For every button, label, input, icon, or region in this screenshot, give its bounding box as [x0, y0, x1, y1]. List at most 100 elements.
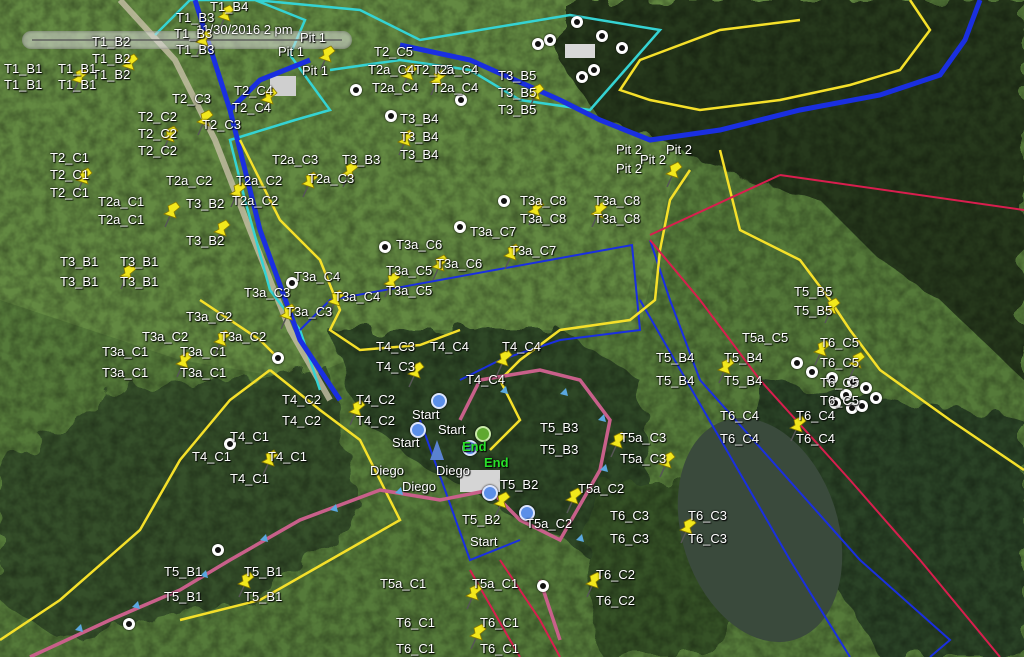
- map-label: T2_C4: [232, 100, 272, 115]
- shed-building: [565, 44, 595, 58]
- map-label: T3_B3: [342, 152, 381, 167]
- map-label: T3_B4: [400, 129, 439, 144]
- ring-marker-icon[interactable]: [454, 221, 466, 233]
- map-label: T3a_C2: [142, 329, 189, 344]
- map-label: T2a_C3: [272, 152, 319, 167]
- map-label: T5_B2: [500, 477, 539, 492]
- map-label: T1_B1: [4, 77, 43, 92]
- ring-marker-icon[interactable]: [791, 357, 803, 369]
- map-label: T3_B5: [498, 85, 537, 100]
- map-label: T3a_C5: [386, 283, 433, 298]
- map-label: T4_C4: [430, 339, 470, 354]
- map-label: T3a_C6: [396, 237, 443, 252]
- map-label: T4_C3: [376, 359, 416, 374]
- map-label: T2a_C4: [432, 80, 479, 95]
- ring-marker-icon[interactable]: [806, 366, 818, 378]
- map-label: Pit 2: [640, 152, 667, 167]
- map-label: T3a_C1: [180, 344, 227, 359]
- map-label: T4_C2: [356, 392, 396, 407]
- map-label: T3_B5: [498, 68, 537, 83]
- ring-marker-icon[interactable]: [212, 544, 224, 556]
- map-label: T2_C2: [138, 109, 178, 124]
- ring-marker-icon[interactable]: [537, 580, 549, 592]
- map-label: T2_C5: [374, 44, 414, 59]
- ring-marker-icon[interactable]: [616, 42, 628, 54]
- map-label: T3a_C4: [294, 269, 341, 284]
- map-label: Start: [412, 407, 440, 422]
- map-label: T6_C5: [820, 355, 860, 370]
- map-label: T1_B1: [58, 61, 97, 76]
- map-label: T6_C5: [820, 393, 860, 408]
- yellow-pushpin-icon[interactable]: [160, 200, 182, 228]
- map-label: T2a_C1: [98, 212, 145, 227]
- map-label: T3a_C6: [436, 256, 483, 271]
- map-label: T3_B1: [60, 274, 99, 289]
- ring-marker-icon[interactable]: [385, 110, 397, 122]
- ring-marker-icon[interactable]: [544, 34, 556, 46]
- map-label: End: [484, 455, 509, 470]
- map-label: T4_C2: [282, 392, 322, 407]
- map-label: T1_B3: [176, 10, 215, 25]
- ring-marker-icon[interactable]: [588, 64, 600, 76]
- map-label: T4_C3: [376, 339, 416, 354]
- map-label: T6_C2: [596, 567, 636, 582]
- map-label: Start: [470, 534, 498, 549]
- map-label: T6_C5: [820, 335, 860, 350]
- ring-marker-icon[interactable]: [455, 94, 467, 106]
- diego-arrow-icon[interactable]: [430, 440, 444, 460]
- map-label: T3_B1: [60, 254, 99, 269]
- map-label: T3a_C1: [102, 365, 149, 380]
- map-label: T4_C1: [192, 449, 232, 464]
- ring-marker-icon[interactable]: [870, 392, 882, 404]
- map-label: T3_B5: [498, 102, 537, 117]
- map-label: T4_C1: [268, 449, 308, 464]
- map-label: Pit 2: [666, 142, 693, 157]
- map-label: Pit 1: [300, 30, 327, 45]
- map-label: T1_B3: [174, 26, 213, 41]
- map-label: T2_C2: [138, 126, 178, 141]
- ring-marker-icon[interactable]: [272, 352, 284, 364]
- map-label: T5a_C3: [620, 451, 667, 466]
- map-label: T1_B2: [92, 51, 131, 66]
- map-label: T3a_C3: [244, 285, 291, 300]
- map-label: T5_B4: [656, 373, 695, 388]
- map-label: T5_B2: [462, 512, 501, 527]
- map-label: T2a_C2: [166, 173, 213, 188]
- ring-marker-icon[interactable]: [571, 16, 583, 28]
- map-label: T5_B4: [656, 350, 695, 365]
- ring-marker-icon[interactable]: [123, 618, 135, 630]
- map-label: Start: [438, 422, 466, 437]
- diego-marker-icon[interactable]: [482, 485, 498, 501]
- map-label: T6_C1: [396, 615, 436, 630]
- ring-marker-icon[interactable]: [532, 38, 544, 50]
- ring-marker-icon[interactable]: [379, 241, 391, 253]
- map-label: T6_C3: [610, 531, 650, 546]
- map-label: T6_C5: [820, 375, 860, 390]
- map-label: T5_B4: [724, 373, 763, 388]
- map-label: Pit 1: [302, 63, 329, 78]
- map-label: T2a_C3: [308, 171, 355, 186]
- map-label: Pit 2: [616, 161, 643, 176]
- map-label: T2_C1: [50, 150, 90, 165]
- map-label: T5a_C5: [742, 330, 789, 345]
- map-label: T5_B1: [164, 589, 203, 604]
- map-label: T2_C1: [50, 167, 90, 182]
- map-label: T5_B1: [244, 564, 283, 579]
- map-label: T4_C4: [466, 372, 506, 387]
- ring-marker-icon[interactable]: [576, 71, 588, 83]
- map-label: T1_B3: [176, 42, 215, 57]
- map-label: T2a_C4: [368, 62, 415, 77]
- map-label: T6_C3: [610, 508, 650, 523]
- map-label: T3a_C8: [594, 193, 641, 208]
- ring-marker-icon[interactable]: [350, 84, 362, 96]
- map-label: T1_B2: [92, 34, 131, 49]
- map-label: T2_C2: [138, 143, 178, 158]
- ring-marker-icon[interactable]: [596, 30, 608, 42]
- map-label: T4_C4: [502, 339, 542, 354]
- ring-marker-icon[interactable]: [860, 382, 872, 394]
- map-label: T3a_C4: [334, 289, 381, 304]
- ring-marker-icon[interactable]: [498, 195, 510, 207]
- map-label: T3a_C2: [186, 309, 233, 324]
- map-label: Pit 2: [616, 142, 643, 157]
- map-label: T2a_C2: [232, 193, 279, 208]
